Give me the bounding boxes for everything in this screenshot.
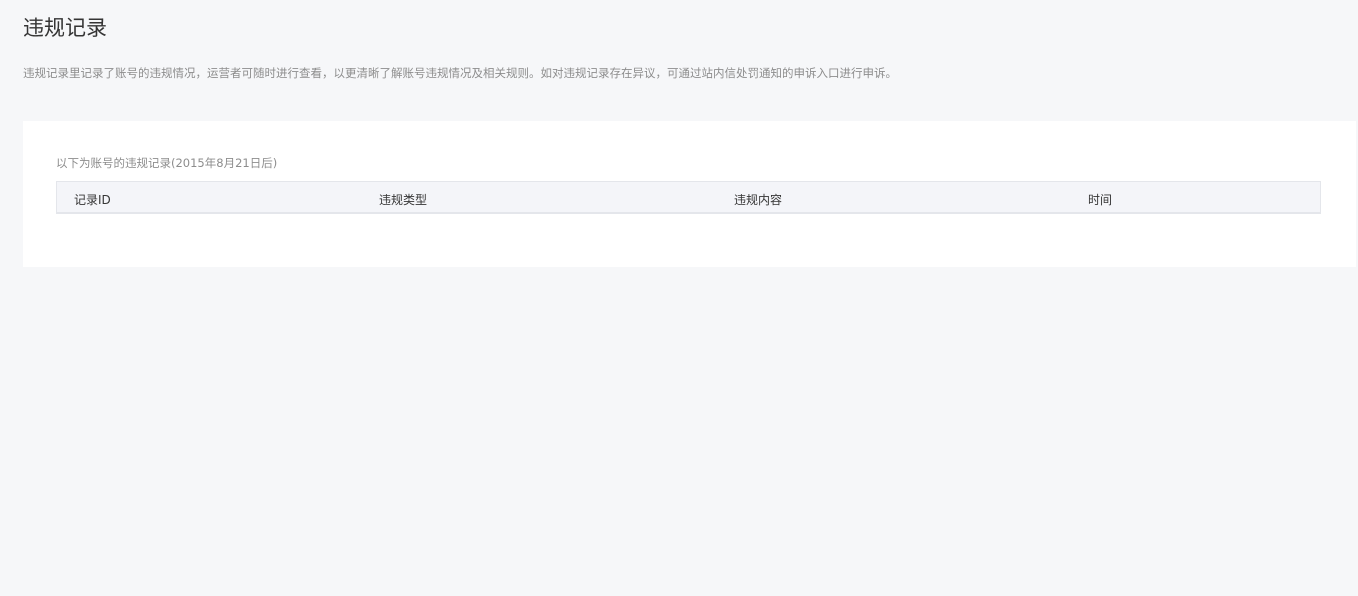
- column-header-id: 记录ID: [74, 193, 111, 207]
- records-subtitle: 以下为账号的违规记录(2015年8月21日后): [56, 156, 278, 170]
- records-card: 以下为账号的违规记录(2015年8月21日后) 记录ID 违规类型 违规内容 时…: [23, 121, 1356, 267]
- column-header-time: 时间: [1088, 193, 1113, 207]
- page-title: 违规记录: [23, 16, 107, 40]
- column-header-type: 违规类型: [379, 193, 428, 207]
- table-header: 记录ID 违规类型 违规内容 时间: [56, 181, 1321, 214]
- page-description: 违规记录里记录了账号的违规情况，运营者可随时进行查看，以更清晰了解账号违规情况及…: [23, 66, 897, 80]
- column-header-content: 违规内容: [734, 193, 783, 207]
